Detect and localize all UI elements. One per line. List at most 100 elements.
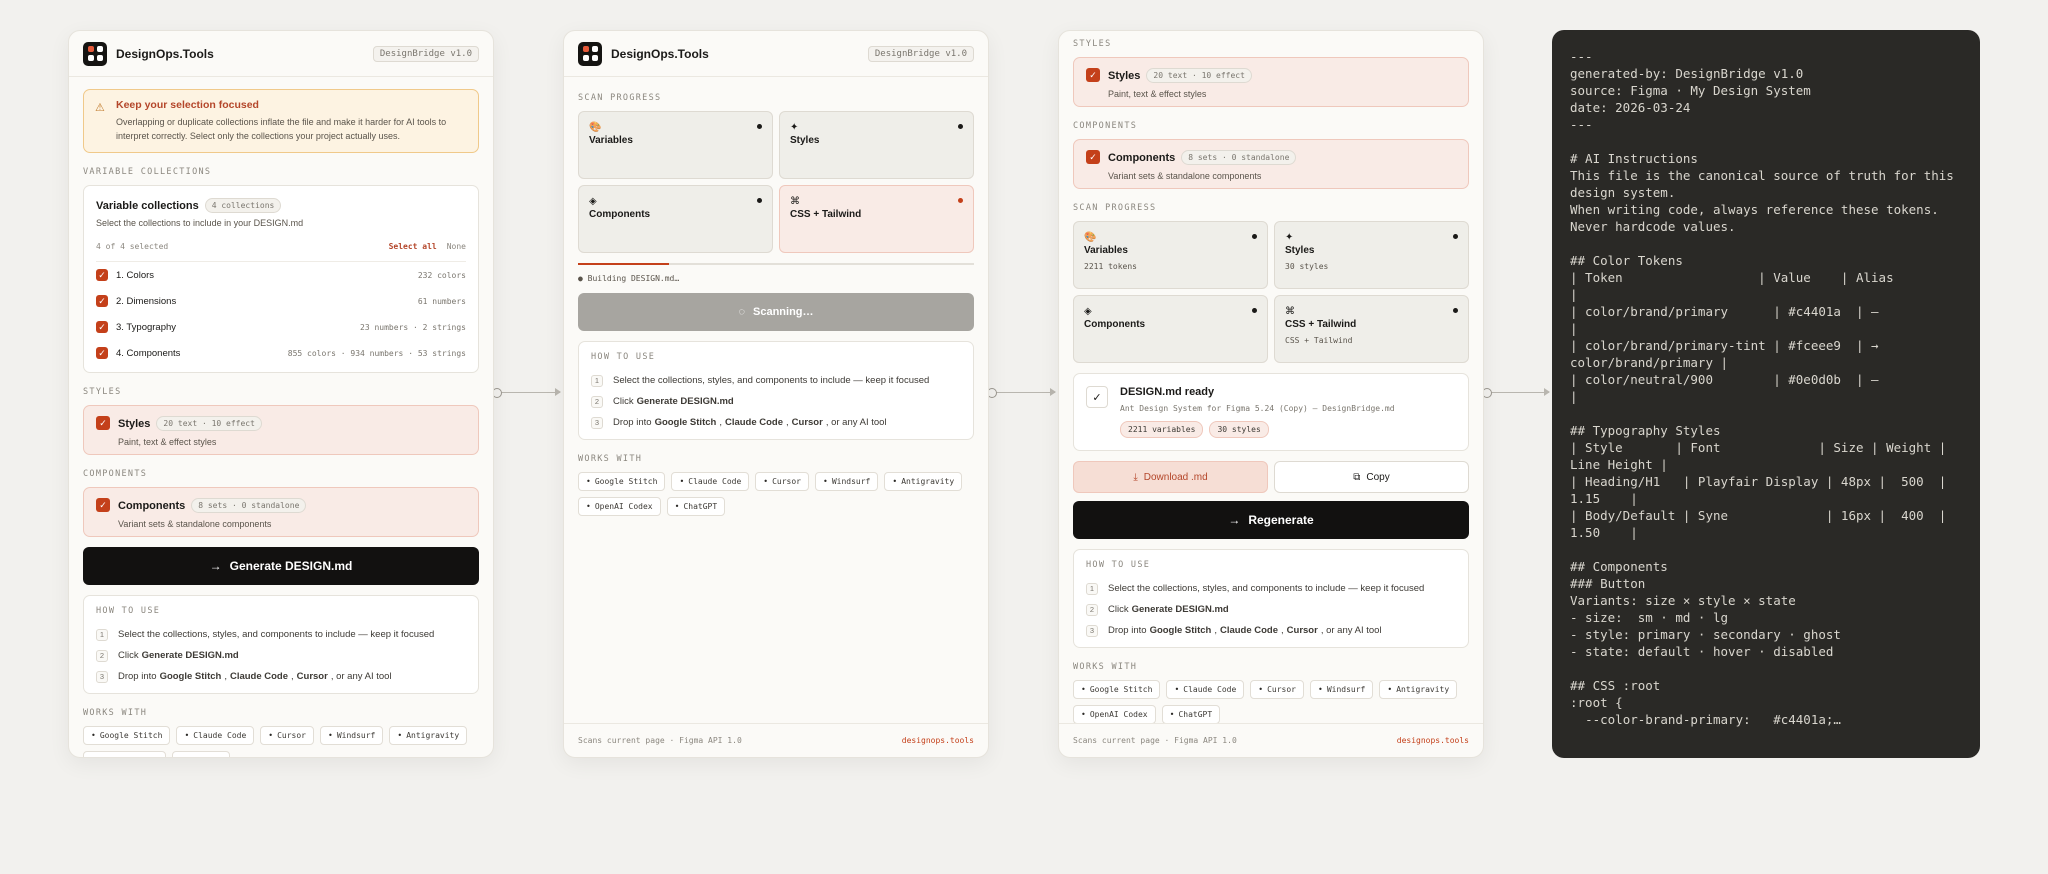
checkbox-checked-icon[interactable]: ✓ [96, 416, 110, 430]
section-label: WORKS WITH [1073, 662, 1138, 672]
tool-chip: Antigravity [884, 472, 963, 491]
scan-card-components: ◈ Components [578, 185, 773, 253]
building-status: ● Building DESIGN.md… [578, 274, 680, 283]
ready-title: DESIGN.md ready [1120, 386, 1215, 398]
ready-filename: Ant Design System for Figma 5.24 (Copy) … [1120, 404, 1395, 413]
select-all-button[interactable]: Select all [389, 242, 437, 251]
works-with-chips: Google Stitch Claude Code Cursor Windsur… [83, 726, 479, 757]
footer-link[interactable]: designops.tools [1397, 736, 1469, 745]
section-label: STYLES [1073, 39, 1112, 49]
card-description: Select the collections to include in you… [96, 218, 304, 228]
section-label: COMPONENTS [83, 469, 148, 479]
status-dot [1453, 234, 1458, 239]
plugin-panel-select: DesignOps.Tools DesignBridge v1.0 ⚠ Keep… [68, 30, 494, 758]
stat-pill: 30 styles [1209, 421, 1269, 438]
scanning-button: ◌ Scanning… [578, 293, 974, 331]
tool-chip: Cursor [260, 726, 314, 745]
copy-icon: ⧉ [1353, 471, 1361, 483]
download-button[interactable]: ⤓ Download .md [1073, 461, 1268, 493]
checkbox-checked-icon[interactable]: ✓ [96, 269, 108, 281]
progress-bar [578, 263, 974, 265]
regenerate-button[interactable]: → Regenerate [1073, 501, 1469, 539]
collection-label: 3. Typography [116, 321, 177, 333]
scan-card-variables: 🎨 Variables [578, 111, 773, 179]
tool-chip: Google Stitch [578, 472, 666, 491]
step-2: 2 Click Generate DESIGN.md [591, 391, 961, 412]
footer-text: Scans current page · Figma API 1.0 [1073, 736, 1237, 745]
section-label: WORKS WITH [578, 454, 643, 464]
section-label: STYLES [83, 387, 122, 397]
checkbox-checked-icon[interactable]: ✓ [96, 347, 108, 359]
step-3: 3 Drop into Google Stitch, Claude Code, Curs… [1086, 620, 1456, 641]
tool-chip: Google Stitch [1073, 680, 1161, 699]
tool-chip: OpenAI Codex [578, 497, 661, 516]
component-icon: ◈ [589, 196, 597, 207]
components-option[interactable]: ✓ Components 8 sets · 0 standalone Varian… [83, 487, 479, 537]
count-pill: 20 text · 10 effect [156, 416, 262, 431]
card-title: Variable collections [96, 199, 199, 212]
collection-meta: 23 numbers · 2 strings [360, 322, 466, 332]
palette-icon: 🎨 [1084, 232, 1097, 243]
scan-card-styles: ✦ Styles [779, 111, 974, 179]
select-none-button[interactable]: None [447, 242, 466, 251]
option-description: Paint, text & effect styles [1108, 89, 1207, 99]
option-description: Variant sets & standalone components [1108, 171, 1262, 181]
count-pill: 8 sets · 0 standalone [191, 498, 307, 513]
option-title: Styles [118, 417, 151, 430]
collection-row[interactable]: ✓ 4. Components 855 colors · 934 numbers ·… [96, 340, 466, 366]
variable-collections-card: Variable collections 4 collections Select… [83, 185, 479, 373]
selected-count: 4 of 4 selected [96, 242, 169, 251]
section-label: SCAN PROGRESS [578, 93, 662, 103]
scan-card-components: ◈ Components [1073, 295, 1268, 363]
spinner-icon: ◌ [738, 306, 746, 318]
copy-button[interactable]: ⧉ Copy [1274, 461, 1469, 493]
command-icon: ⌘ [790, 196, 800, 207]
palette-icon: 🎨 [589, 122, 602, 133]
checkbox-checked-icon[interactable]: ✓ [96, 498, 110, 512]
status-dot [958, 198, 963, 203]
status-dot [1252, 234, 1257, 239]
ready-card: ✓ DESIGN.md ready Ant Design System for … [1073, 373, 1469, 451]
panel-header: DesignOps.Tools DesignBridge v1.0 [564, 31, 988, 77]
section-label: HOW TO USE [591, 352, 656, 362]
checkbox-checked-icon[interactable]: ✓ [96, 295, 108, 307]
styles-option[interactable]: ✓ Styles 20 text · 10 effect Paint, text … [83, 405, 479, 455]
version-badge: DesignBridge v1.0 [372, 45, 479, 62]
styles-option[interactable]: ✓ Styles 20 text · 10 effect Paint, text … [1073, 57, 1469, 107]
app-logo-icon [578, 41, 602, 66]
status-dot [958, 124, 963, 129]
collection-row[interactable]: ✓ 1. Colors 232 colors [96, 262, 466, 288]
download-icon: ⤓ [1133, 471, 1138, 483]
plugin-panel-ready: STYLES ✓ Styles 20 text · 10 effect Paint… [1058, 30, 1484, 758]
step-3: 3 Drop into Google Stitch, Claude Code, Curs… [96, 666, 466, 687]
section-label: VARIABLE COLLECTIONS [83, 167, 212, 177]
checkbox-checked-icon[interactable]: ✓ [96, 321, 108, 333]
collection-label: 2. Dimensions [116, 295, 177, 307]
tool-chip: Claude Code [176, 726, 255, 745]
components-option[interactable]: ✓ Components 8 sets · 0 standalone Varian… [1073, 139, 1469, 189]
step-1: 1 Select the collections, styles, and com… [591, 370, 961, 391]
count-pill: 8 sets · 0 standalone [1181, 150, 1297, 165]
tool-chip: ChatGPT [666, 497, 726, 516]
app-name: DesignOps.Tools [116, 46, 214, 61]
scan-card-variables: 🎨 Variables 2211 tokens [1073, 221, 1268, 289]
collection-row[interactable]: ✓ 3. Typography 23 numbers · 2 strings [96, 314, 466, 340]
works-with-chips: Google Stitch Claude Code Cursor Windsur… [1073, 680, 1469, 724]
section-label: SCAN PROGRESS [1073, 203, 1157, 213]
tool-chip: Antigravity [1379, 680, 1458, 699]
tool-chip: OpenAI Codex [83, 751, 166, 757]
generate-button[interactable]: → Generate DESIGN.md [83, 547, 479, 585]
panel-footer: Scans current page · Figma API 1.0 desig… [1059, 723, 1483, 757]
footer-link[interactable]: designops.tools [902, 736, 974, 745]
panel-footer: Scans current page · Figma API 1.0 desig… [564, 723, 988, 757]
tool-chip: Cursor [755, 472, 809, 491]
sparkle-icon: ✦ [1285, 232, 1294, 243]
checkbox-checked-icon[interactable]: ✓ [1086, 150, 1100, 164]
collection-row[interactable]: ✓ 2. Dimensions 61 numbers [96, 288, 466, 314]
checkbox-checked-icon[interactable]: ✓ [1086, 68, 1100, 82]
section-label: HOW TO USE [1086, 560, 1151, 570]
version-badge: DesignBridge v1.0 [867, 45, 974, 62]
tool-chip: Windsurf [320, 726, 384, 745]
tool-chip: Claude Code [671, 472, 750, 491]
option-description: Variant sets & standalone components [118, 519, 272, 529]
